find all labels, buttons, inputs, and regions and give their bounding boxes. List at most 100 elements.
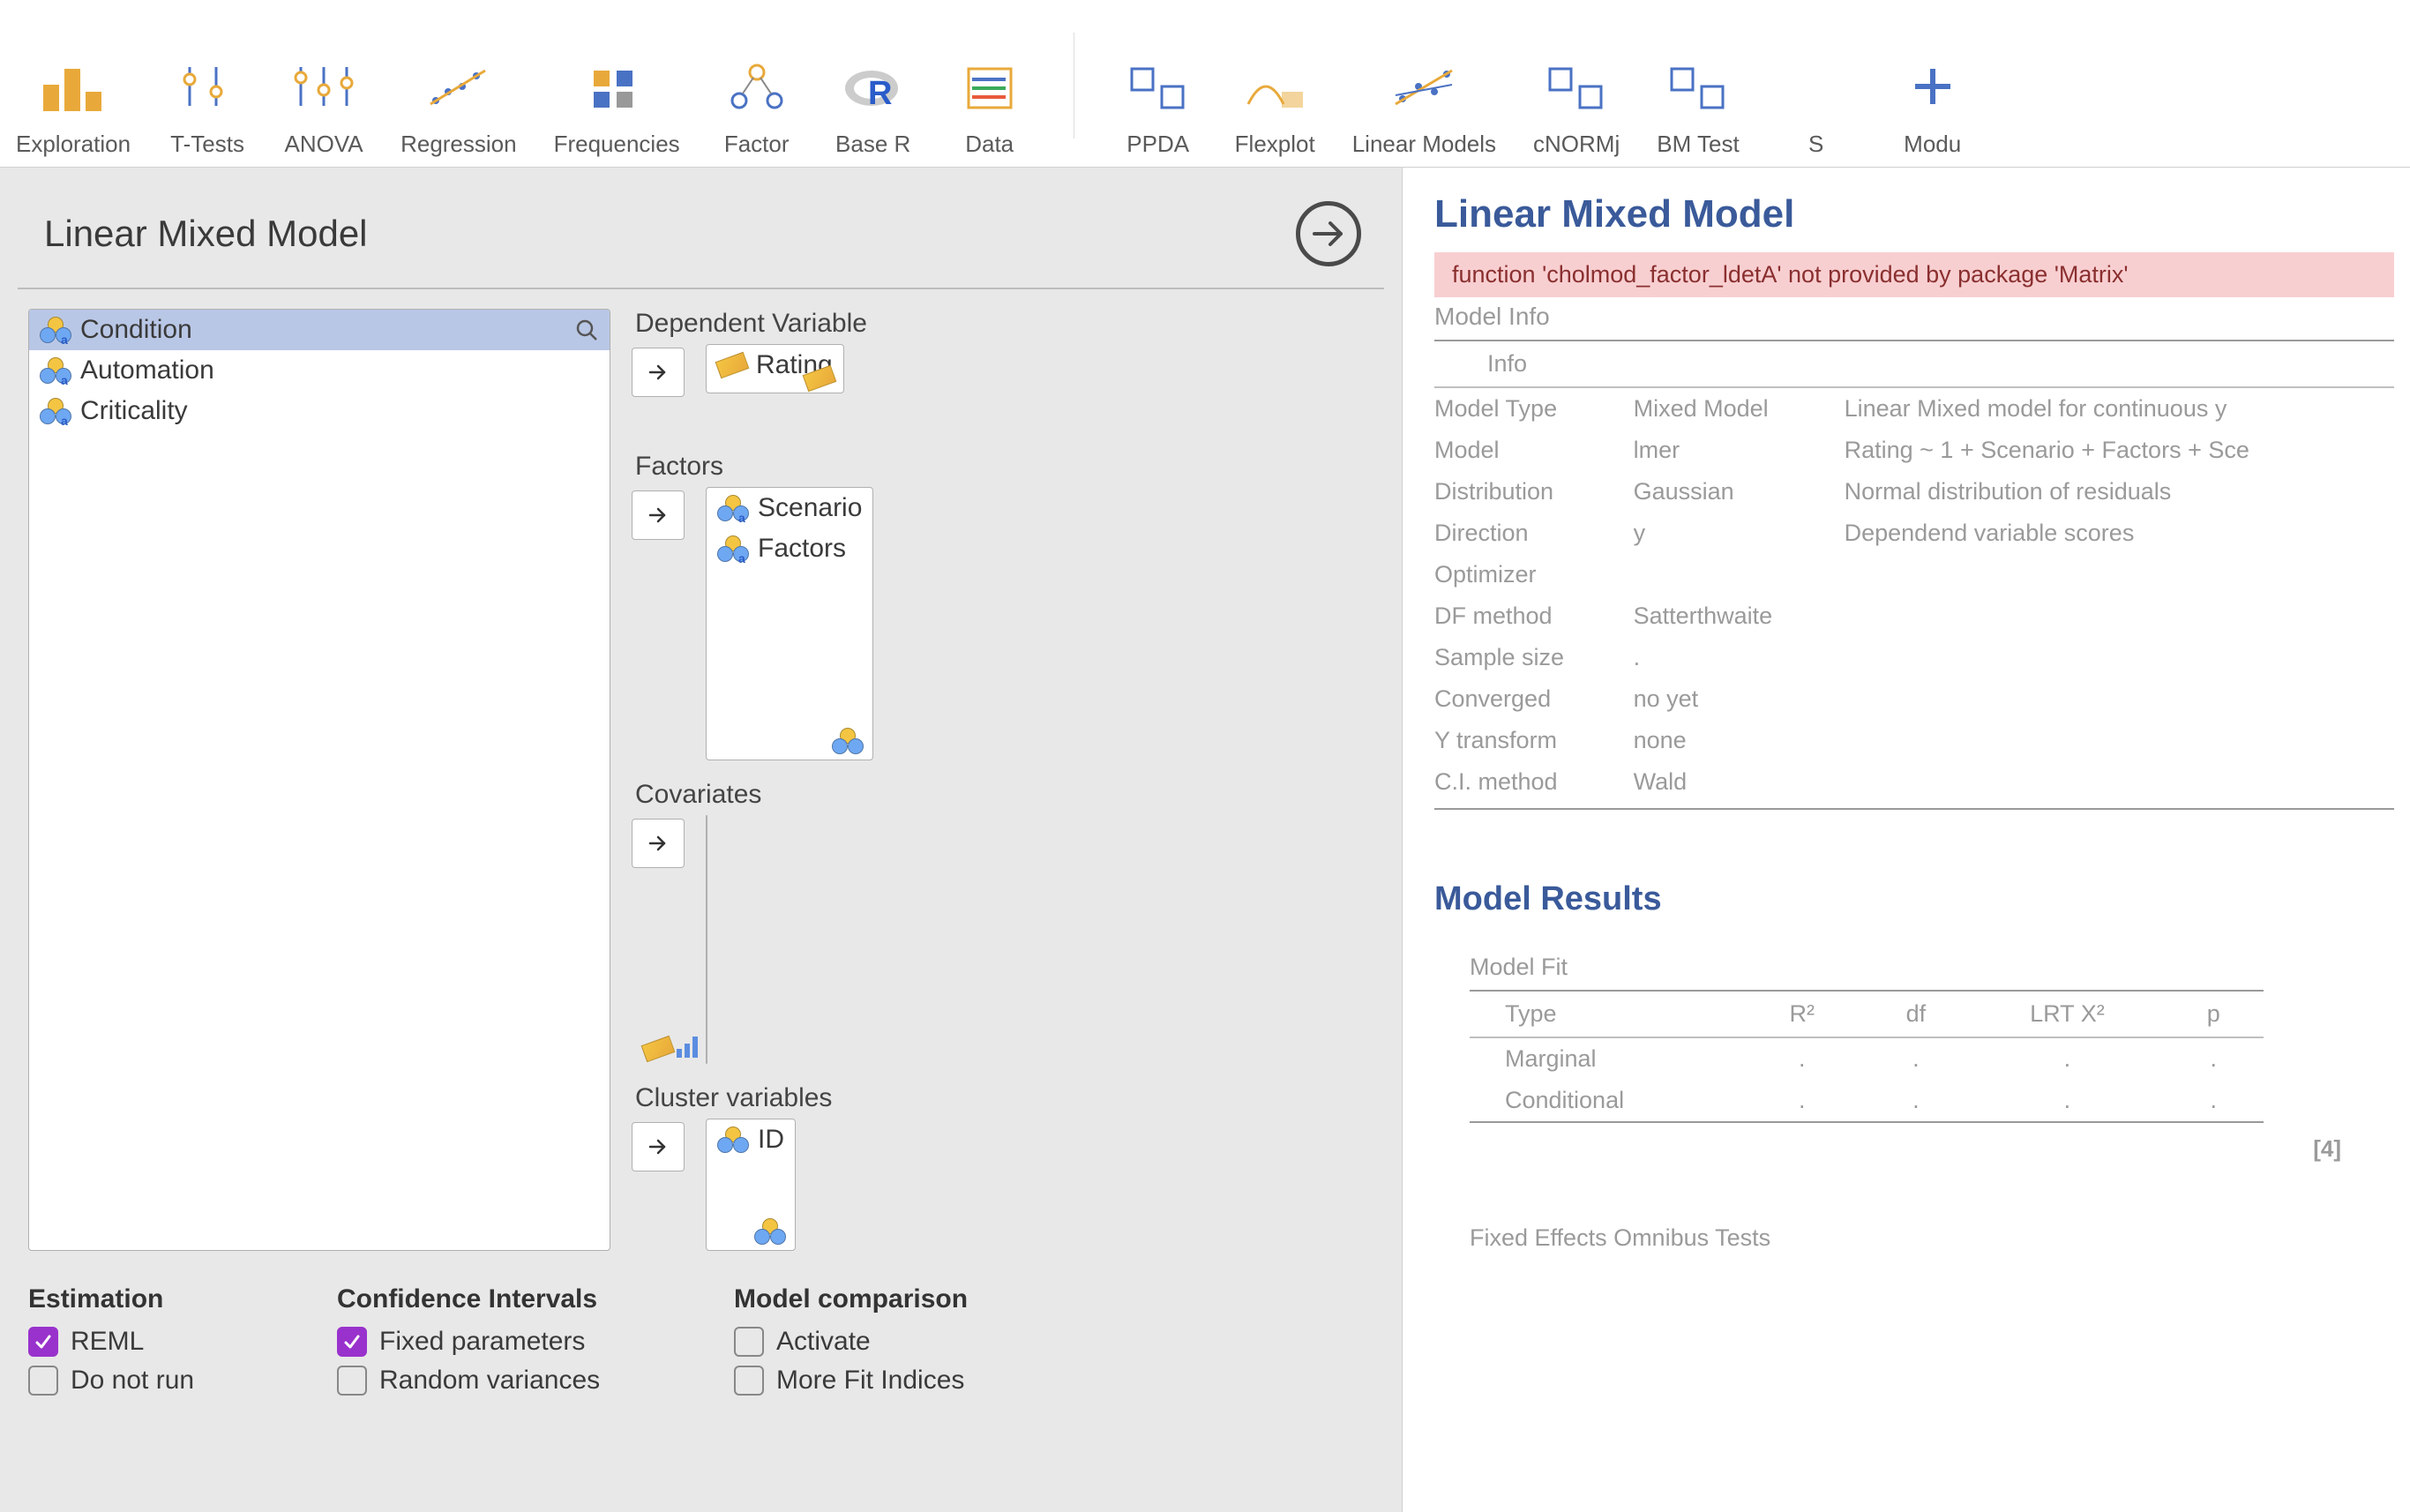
- checkbox-checked-icon[interactable]: [28, 1327, 58, 1357]
- tool-label: cNORMj: [1533, 131, 1620, 158]
- source-var-criticality[interactable]: a Criticality: [29, 391, 610, 431]
- fixed-params-option[interactable]: Fixed parameters: [337, 1327, 602, 1357]
- tool-flexplot[interactable]: Flexplot: [1226, 51, 1324, 158]
- checkbox-unchecked-icon[interactable]: [734, 1366, 764, 1396]
- reml-option[interactable]: REML: [28, 1327, 293, 1357]
- info-row: DirectionyDependend variable scores: [1434, 513, 2394, 554]
- config-panel: Linear Mixed Model a Condition a Automat…: [0, 168, 1403, 1512]
- tool-modules[interactable]: Modu: [1884, 51, 1981, 158]
- tool-bmtest[interactable]: BM Test: [1648, 51, 1748, 158]
- source-var-condition[interactable]: a Condition: [29, 310, 610, 350]
- error-banner: function 'cholmod_factor_ldetA' not prov…: [1434, 252, 2394, 297]
- accepts-continuous-ordinal-icon: [643, 1037, 698, 1058]
- tool-ppda[interactable]: PPDA: [1110, 51, 1207, 158]
- tool-cnormj[interactable]: cNORMj: [1524, 51, 1628, 158]
- assign-covariates-button[interactable]: [632, 819, 685, 868]
- info-row: Model TypeMixed ModelLinear Mixed model …: [1434, 387, 2394, 430]
- info-row: Optimizer: [1434, 554, 2394, 595]
- options-grid: Estimation REML Do not run Confidence In…: [18, 1260, 1384, 1404]
- run-button[interactable]: [1296, 201, 1361, 266]
- tool-label: Flexplot: [1235, 131, 1315, 158]
- cluster-label: Cluster variables: [632, 1083, 1373, 1113]
- model-info-table: Info Model TypeMixed ModelLinear Mixed m…: [1434, 340, 2394, 810]
- covariates-label: Covariates: [632, 780, 1373, 810]
- tool-factor[interactable]: Factor: [708, 51, 805, 158]
- tool-anova[interactable]: ANOVA: [275, 51, 372, 158]
- info-row: Convergedno yet: [1434, 678, 2394, 720]
- cluster-dropzone[interactable]: ID: [706, 1119, 796, 1251]
- checkbox-unchecked-icon[interactable]: [734, 1327, 764, 1357]
- factor-var-scenario[interactable]: a Scenario: [707, 488, 872, 528]
- fit-col-header: p: [2164, 991, 2264, 1037]
- factor-var-factors[interactable]: a Factors: [707, 528, 872, 569]
- option-label: Do not run: [71, 1366, 194, 1396]
- option-label: Random variances: [379, 1366, 600, 1396]
- search-icon[interactable]: [574, 318, 599, 342]
- tool-label: Base R: [835, 131, 910, 158]
- option-label: More Fit Indices: [776, 1366, 964, 1396]
- tool-label: BM Test: [1657, 131, 1739, 158]
- random-var-option[interactable]: Random variances: [337, 1366, 602, 1396]
- tool-label: Factor: [724, 131, 790, 158]
- dependent-block: Dependent Variable Rating: [632, 309, 1373, 432]
- tool-label: Exploration: [16, 131, 131, 158]
- dependent-label: Dependent Variable: [632, 309, 1373, 339]
- ttests-icon: [168, 51, 247, 122]
- plus-icon: [1893, 51, 1972, 122]
- nominal-text-icon: a: [40, 317, 71, 343]
- frequencies-icon: [577, 51, 656, 122]
- activate-option[interactable]: Activate: [734, 1327, 999, 1357]
- option-label: Activate: [776, 1327, 871, 1357]
- data-icon: [950, 51, 1029, 122]
- assign-dependent-button[interactable]: [632, 348, 685, 397]
- ci-options: Confidence Intervals Fixed parameters Ra…: [337, 1284, 602, 1404]
- tool-s[interactable]: S: [1768, 51, 1865, 158]
- tool-label: Modu: [1904, 131, 1961, 158]
- donotrun-option[interactable]: Do not run: [28, 1366, 293, 1396]
- tool-label: PPDA: [1126, 131, 1189, 158]
- option-label: REML: [71, 1327, 144, 1357]
- info-row: Sample size.: [1434, 637, 2394, 678]
- tool-label: Frequencies: [554, 131, 680, 158]
- dependent-dropzone[interactable]: Rating: [706, 344, 844, 393]
- source-variable-list[interactable]: a Condition a Automation a Criticality: [28, 309, 610, 1251]
- morefit-option[interactable]: More Fit Indices: [734, 1366, 999, 1396]
- checkbox-checked-icon[interactable]: [337, 1327, 367, 1357]
- linearmodels-icon: [1384, 51, 1463, 122]
- tool-ttests[interactable]: T-Tests: [159, 51, 256, 158]
- estimation-options: Estimation REML Do not run: [28, 1284, 293, 1404]
- option-label: Fixed parameters: [379, 1327, 585, 1357]
- regression-icon: [419, 51, 498, 122]
- bmtest-icon: [1658, 51, 1738, 122]
- tool-baser[interactable]: R Base R: [825, 51, 922, 158]
- tool-linearmodels[interactable]: Linear Models: [1343, 51, 1505, 158]
- cluster-var-id[interactable]: ID: [707, 1119, 795, 1160]
- tool-frequencies[interactable]: Frequencies: [545, 51, 689, 158]
- info-row: DF methodSatterthwaite: [1434, 595, 2394, 637]
- tool-data[interactable]: Data: [941, 51, 1038, 158]
- covariates-dropzone[interactable]: [706, 815, 707, 1064]
- tool-regression[interactable]: Regression: [392, 51, 526, 158]
- covariates-block: Covariates: [632, 780, 1373, 1064]
- assign-cluster-button[interactable]: [632, 1122, 685, 1171]
- tool-exploration[interactable]: Exploration: [7, 51, 139, 158]
- tool-label: Data: [965, 131, 1014, 158]
- fit-row: Conditional....: [1470, 1080, 2264, 1122]
- assign-factors-button[interactable]: [632, 490, 685, 540]
- targets-column: Dependent Variable Rating: [632, 309, 1373, 1251]
- info-row: Y transformnone: [1434, 720, 2394, 761]
- var-label: Factors: [758, 534, 846, 564]
- variable-assignment: a Condition a Automation a Criticality: [18, 289, 1384, 1260]
- factors-dropzone[interactable]: a Scenario a Factors: [706, 487, 873, 760]
- tool-label: ANOVA: [285, 131, 363, 158]
- panel-header: Linear Mixed Model: [18, 185, 1384, 289]
- anova-icon: [284, 51, 363, 122]
- info-row: DistributionGaussianNormal distribution …: [1434, 471, 2394, 513]
- source-var-automation[interactable]: a Automation: [29, 350, 610, 391]
- checkbox-unchecked-icon[interactable]: [337, 1366, 367, 1396]
- fit-row: Marginal....: [1470, 1037, 2264, 1080]
- model-info-label: Model Info: [1434, 303, 2394, 331]
- checkbox-unchecked-icon[interactable]: [28, 1366, 58, 1396]
- model-fit-caption: Model Fit: [1470, 954, 2394, 981]
- results-title: Linear Mixed Model: [1434, 192, 2394, 236]
